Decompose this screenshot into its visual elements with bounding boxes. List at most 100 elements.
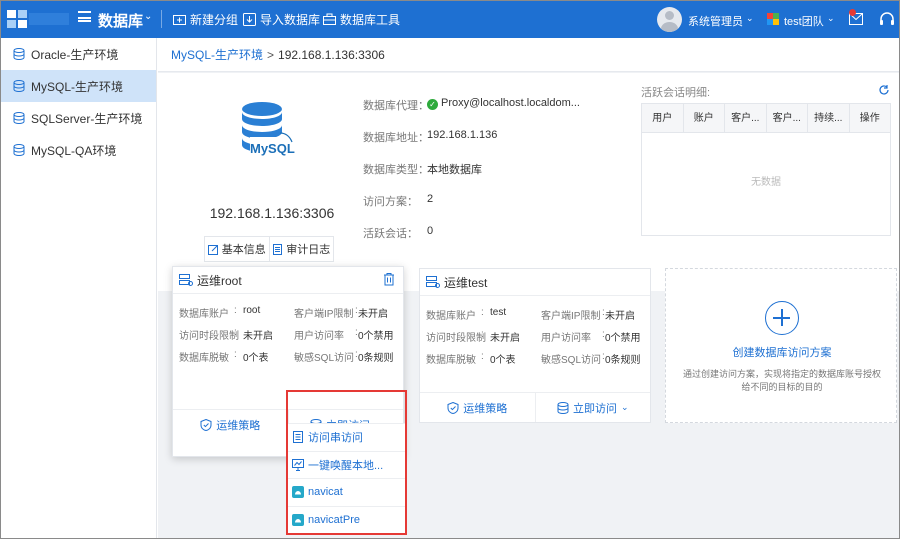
sidebar-item-mysql-prod[interactable]: MySQL-生产环境	[1, 70, 156, 102]
app-title[interactable]: 数据库	[98, 10, 143, 31]
edit-icon	[207, 244, 218, 255]
field-value: 0条规则	[358, 353, 394, 364]
basic-info-button[interactable]: 基本信息	[205, 237, 269, 261]
chevron-down-icon[interactable]: ⌄	[746, 13, 754, 24]
sidebar-item-mysql-qa[interactable]: MySQL-QA环境	[1, 134, 156, 166]
import-database-button[interactable]: 导入数据库	[243, 1, 320, 38]
ops-policy-button[interactable]: 运维策略	[173, 410, 288, 439]
database-tools-label: 数据库工具	[340, 13, 401, 27]
ops-policy-label: 运维策略	[463, 402, 508, 415]
sidebar-item-sqlserver-prod[interactable]: SQLServer-生产环境	[1, 102, 156, 134]
notification-badge	[849, 9, 856, 16]
card-title: 运维root	[197, 273, 242, 288]
prop-address: 数据库地址： 192.168.1.136	[363, 129, 497, 145]
session-detail-title: 活跃会话明细:	[641, 87, 711, 99]
refresh-icon[interactable]	[878, 84, 890, 96]
breadcrumb: MySQL-生产环境 >192.168.1.136:3306	[158, 38, 899, 72]
database-icon	[13, 144, 25, 156]
top-bar: 数据库 ⌄ 新建分组 导入数据库 数据库工具 系统管理员 ⌄ test团队 ⌄	[1, 1, 899, 38]
dropdown-item-access-string[interactable]: 访问串访问	[288, 424, 405, 452]
card-header: 运维test	[420, 269, 650, 296]
access-now-label: 立即访问	[572, 402, 617, 415]
import-database-label: 导入数据库	[260, 13, 321, 27]
access-plan-card: 运维test 数据库账户: test 客户端IP限制: 未开启 访问时段限制: 未开启…	[419, 268, 651, 423]
database-icon	[13, 112, 25, 124]
new-group-label: 新建分组	[190, 13, 239, 27]
prop-value: 192.168.1.136	[427, 129, 498, 141]
dropdown-item-navicat[interactable]: navicat	[288, 479, 405, 507]
dropdown-item-navicat-pre[interactable]: navicatPre	[288, 507, 405, 535]
database-actions: 基本信息 审计日志	[204, 236, 334, 262]
ops-policy-label: 运维策略	[216, 419, 261, 432]
field-value: 0个表	[243, 353, 269, 364]
sidebar-item-label: MySQL-生产环境	[31, 79, 124, 94]
prop-active-sessions: 活跃会话： 0	[363, 225, 433, 241]
toolbar-divider	[161, 10, 162, 28]
mysql-logo-text: MySQL	[250, 141, 295, 156]
menu-icon[interactable]	[78, 11, 91, 22]
logo[interactable]	[7, 8, 69, 30]
logo-icon	[7, 10, 27, 28]
import-icon	[243, 13, 256, 26]
prop-colon: ：	[407, 196, 418, 208]
dropdown-item-label: navicatPre	[308, 514, 360, 527]
field-value: 未开启	[490, 333, 520, 344]
plus-icon[interactable]	[765, 301, 799, 335]
chevron-down-icon[interactable]: ⌄	[144, 11, 152, 22]
folder-plus-icon	[173, 15, 186, 25]
new-group-button[interactable]: 新建分组	[173, 1, 238, 38]
avatar[interactable]	[657, 7, 682, 32]
audit-log-button[interactable]: 审计日志	[268, 237, 334, 261]
ops-policy-button[interactable]: 运维策略	[420, 393, 535, 422]
prop-label: 数据库地址	[363, 132, 418, 144]
breadcrumb-parent-link[interactable]: MySQL-生产环境	[171, 48, 263, 62]
session-table-header: 用户 账户 客户... 客户... 持续... 操作	[642, 104, 890, 133]
create-access-plan-card[interactable]: 创建数据库访问方案 通过创建访问方案，实现将指定的数据库账号授权给不同的目标的目…	[665, 268, 897, 423]
team-name[interactable]: test团队	[784, 13, 824, 29]
field-value: 0条规则	[605, 355, 641, 366]
field-label: 用户访问率	[541, 333, 591, 344]
dropdown-item-wake-local[interactable]: 一键唤醒本地...	[288, 452, 405, 479]
column-header: 操作	[859, 113, 880, 124]
field-label: 客户端IP限制	[294, 309, 354, 320]
navicat-icon	[292, 514, 304, 527]
card-footer: 运维策略 立即访问 ⌄	[420, 392, 650, 422]
prop-value: 0	[427, 225, 434, 237]
database-tools-button[interactable]: 数据库工具	[323, 1, 400, 38]
empty-state-text: 无数据	[751, 177, 781, 188]
prop-label: 访问方案	[363, 196, 407, 208]
main-content: MySQL-生产环境 >192.168.1.136:3306 MySQL 192.…	[158, 38, 899, 538]
field-sensitive-sql: 敏感SQL访问:0条规则	[294, 349, 394, 364]
column-header: 客户...	[725, 104, 767, 132]
field-colon: :	[234, 327, 237, 338]
field-value: 0个禁用	[605, 333, 641, 344]
field-db-masking: 数据库脱敏:0个表	[426, 351, 516, 366]
server-icon	[179, 274, 193, 286]
chevron-down-icon[interactable]: ⌄	[827, 13, 835, 24]
mysql-database-icon: MySQL	[242, 102, 295, 159]
field-value: root	[243, 305, 261, 316]
user-name[interactable]: 系统管理员	[688, 13, 743, 29]
field-value: 0个表	[490, 355, 516, 366]
dropdown-item-label: 一键唤醒本地...	[308, 459, 384, 472]
field-label: 敏感SQL访问	[541, 355, 602, 366]
database-info-panel: MySQL 192.168.1.136:3306 基本信息 审计日志 数据库代理…	[158, 73, 899, 291]
access-now-button[interactable]: 立即访问 ⌄	[534, 393, 651, 422]
field-db-masking: 数据库脱敏:0个表	[179, 349, 269, 364]
server-icon	[426, 276, 440, 288]
field-label: 数据库脱敏	[426, 355, 476, 366]
trash-icon[interactable]	[383, 272, 395, 286]
database-icon	[557, 401, 569, 414]
field-label: 访问时段限制	[426, 333, 486, 344]
sidebar-item-oracle-prod[interactable]: Oracle-生产环境	[1, 38, 156, 70]
team-icon	[767, 13, 779, 25]
prop-value: ✓ Proxy@localhost.localdom...	[427, 97, 580, 110]
column-header: 客户...	[767, 104, 808, 132]
breadcrumb-current: 192.168.1.136:3306	[278, 48, 385, 62]
headset-icon[interactable]	[879, 11, 895, 27]
create-access-plan-label[interactable]: 创建数据库访问方案	[666, 344, 898, 360]
field-colon: :	[481, 307, 484, 318]
card-title: 运维test	[444, 275, 488, 290]
column-header: 持续...	[808, 104, 850, 132]
audit-log-label: 审计日志	[286, 244, 331, 256]
